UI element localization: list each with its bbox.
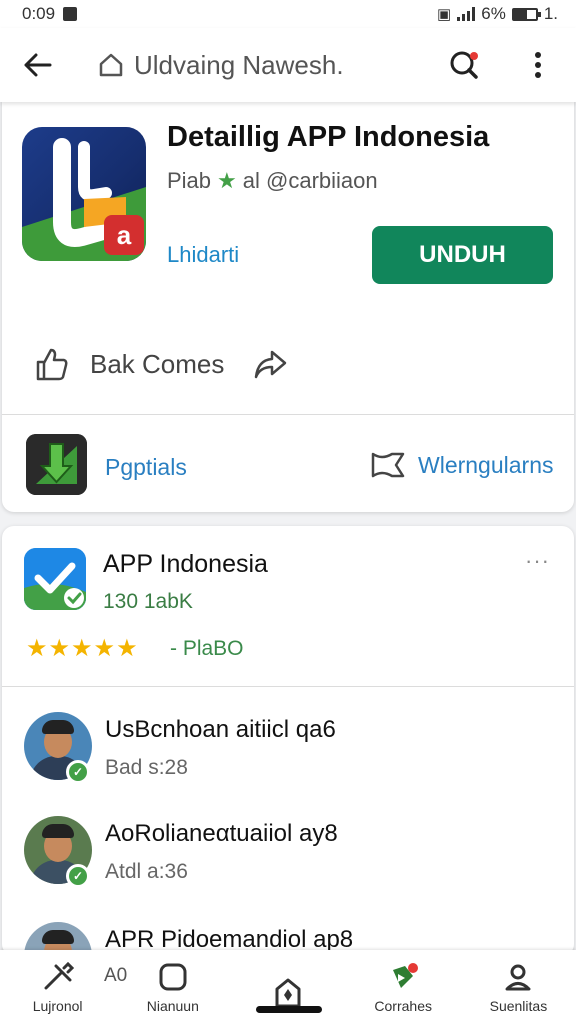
- square-icon: [159, 963, 187, 991]
- developer-link[interactable]: Lhidarti: [167, 242, 239, 268]
- battery-icon: [511, 7, 541, 21]
- battery-percent: 6%: [481, 4, 506, 23]
- nav-label: Suenlitas: [489, 998, 548, 1014]
- rating-stars: ★★★★★: [26, 635, 139, 662]
- app-subtitle-suffix: al @carbiiaon: [242, 168, 378, 193]
- house-icon: [275, 978, 301, 1008]
- app-subtitle: Piab ★ al @carbiiaon: [167, 168, 378, 194]
- nav-label: Nianuun: [146, 998, 199, 1014]
- share-icon[interactable]: [252, 346, 288, 382]
- feature-left-label[interactable]: Pgptials: [105, 454, 187, 481]
- more-options-button[interactable]: [516, 43, 560, 87]
- app-icon[interactable]: a: [22, 127, 146, 261]
- review-app-icon[interactable]: [24, 548, 86, 610]
- home-icon: [99, 53, 123, 77]
- feature-right-label: Wlerngularns: [418, 451, 554, 478]
- tag-icon: [371, 452, 405, 478]
- svg-text:a: a: [117, 220, 132, 250]
- status-time: 0:09: [22, 4, 56, 23]
- divider: [2, 414, 574, 415]
- nav-label: Lujronol: [32, 998, 83, 1014]
- home-indicator[interactable]: [256, 1006, 322, 1013]
- more-horizontal-icon[interactable]: ···: [525, 548, 550, 574]
- list-item[interactable]: ✓ AoRolianeαtuaiiol ay8 Atdl a:36: [2, 816, 574, 916]
- divider: [2, 686, 574, 687]
- nav-item-flag[interactable]: Corrahes: [346, 950, 461, 1024]
- verified-badge-icon: ✓: [66, 864, 90, 888]
- user-name: AoRolianeαtuaiiol ay8: [105, 820, 338, 847]
- nav-overlay-text: A0: [104, 965, 128, 986]
- more-vertical-icon: [535, 52, 541, 78]
- app-title: Detaillig APP Indonesia: [167, 121, 490, 153]
- review-app-title: APP Indonesia: [103, 550, 268, 578]
- search-icon: [450, 51, 478, 79]
- app-logo-icon: a: [22, 138, 146, 261]
- actions-row: Bak Comes: [34, 346, 288, 382]
- vibrate-icon: ▣: [437, 6, 452, 23]
- status-bar: 0:09 ▣ 6% 1.: [0, 0, 576, 28]
- user-name: UsBcnhoan aitiicl qa6: [105, 716, 336, 743]
- user-time: Bad s:28: [105, 756, 188, 779]
- download-arrow-icon: [26, 434, 87, 495]
- app-detail-card: a Detaillig APP Indonesia Piab ★ al @car…: [2, 100, 574, 512]
- breadcrumb-text: Uldvaing Nawesh.: [134, 49, 344, 80]
- flag-icon: [393, 963, 419, 988]
- signal-icon: [457, 7, 476, 21]
- rating-text[interactable]: - PlaBO: [170, 637, 244, 661]
- app-subtitle-prefix: Piab: [167, 168, 212, 193]
- person-icon: [505, 964, 531, 991]
- review-app-subtitle: 130 1abK: [103, 590, 193, 613]
- arrow-left-icon: [24, 53, 52, 77]
- action-label[interactable]: Bak Comes: [90, 349, 224, 380]
- list-item[interactable]: ✓ UsBcnhoan aitiicl qa6 Bad s:28: [2, 712, 574, 812]
- back-button[interactable]: [18, 45, 58, 85]
- nav-label: Corrahes: [374, 998, 432, 1014]
- review-card: APP Indonesia 130 1abK ··· ★★★★★ - PlaBO…: [2, 526, 574, 990]
- tools-icon: [44, 962, 74, 990]
- verified-badge-icon: ✓: [66, 760, 90, 784]
- top-app-bar: Uldvaing Nawesh.: [0, 28, 576, 102]
- install-button[interactable]: UNDUH: [372, 226, 553, 284]
- user-time: Atdl a:36: [105, 860, 188, 883]
- checkmark-icon: [24, 548, 86, 610]
- nav-item-square[interactable]: Nianuun: [115, 950, 230, 1024]
- star-icon: ★: [217, 168, 237, 193]
- notification-icon: [63, 7, 78, 21]
- nav-item-tools[interactable]: Lujronol: [0, 950, 115, 1024]
- feature-right[interactable]: Wlerngularns: [370, 450, 554, 480]
- nav-item-person[interactable]: Suenlitas: [461, 950, 576, 1024]
- search-button[interactable]: [442, 43, 486, 87]
- feature-icon-left[interactable]: [26, 434, 87, 495]
- battery-extra: 1.: [543, 4, 558, 23]
- thumbs-up-icon[interactable]: [34, 346, 70, 382]
- breadcrumb[interactable]: Uldvaing Nawesh.: [98, 50, 344, 81]
